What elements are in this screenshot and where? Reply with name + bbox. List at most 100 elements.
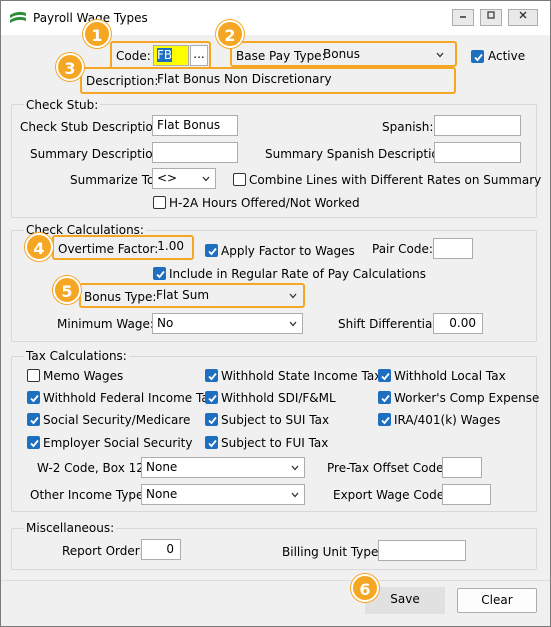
social-security-checkbox[interactable] bbox=[27, 413, 40, 426]
other-income-type-label: Other Income Type: bbox=[30, 488, 148, 502]
withhold-sdi-checkbox[interactable] bbox=[205, 391, 218, 404]
subject-fui-checkbox[interactable] bbox=[205, 436, 218, 449]
employer-ss-checkbox[interactable] bbox=[27, 436, 40, 449]
apply-factor-checkbox[interactable] bbox=[205, 244, 218, 257]
withhold-sdi-label: Withhold SDI/F&ML bbox=[221, 391, 336, 405]
social-security-label: Social Security/Medicare bbox=[43, 413, 191, 427]
checkmark-icon bbox=[208, 394, 217, 403]
employer-ss-label: Employer Social Security bbox=[43, 436, 193, 450]
minimize-icon bbox=[460, 16, 466, 18]
minimum-wage-value: No bbox=[157, 316, 174, 330]
check-stub-description-field[interactable]: Flat Bonus bbox=[152, 115, 238, 136]
memo-wages-label: Memo Wages bbox=[43, 369, 124, 383]
withhold-federal-checkbox[interactable] bbox=[27, 391, 40, 404]
ira-401k-label: IRA/401(k) Wages bbox=[394, 413, 501, 427]
summarize-to-select[interactable]: <> bbox=[152, 168, 216, 189]
bonus-type-highlight bbox=[79, 283, 305, 308]
w2-code-label: W-2 Code, Box 12: bbox=[37, 461, 148, 475]
summary-description-field[interactable] bbox=[152, 142, 238, 163]
base-pay-type-highlight bbox=[230, 41, 457, 67]
subject-fui-label: Subject to FUI Tax bbox=[221, 436, 329, 450]
miscellaneous-group-title: Miscellaneous: bbox=[24, 521, 117, 535]
active-checkbox[interactable] bbox=[471, 50, 484, 63]
checkmark-icon bbox=[30, 416, 39, 425]
callout-badge-1: 1 bbox=[83, 20, 111, 48]
checkmark-icon bbox=[381, 394, 390, 403]
include-regular-rate-label: Include in Regular Rate of Pay Calculati… bbox=[169, 267, 426, 281]
checkmark-icon bbox=[208, 247, 217, 256]
summary-spanish-description-field[interactable] bbox=[434, 142, 521, 163]
export-wage-code-label: Export Wage Code: bbox=[333, 488, 449, 502]
footer-divider bbox=[1, 580, 550, 581]
summarize-to-label: Summarize To: bbox=[70, 173, 159, 187]
chevron-down-icon bbox=[291, 492, 299, 498]
h2a-hours-checkbox[interactable] bbox=[153, 196, 166, 209]
w2-code-select[interactable]: None bbox=[141, 457, 305, 478]
subject-sui-checkbox[interactable] bbox=[205, 413, 218, 426]
workers-comp-checkbox[interactable] bbox=[378, 391, 391, 404]
minimize-button[interactable] bbox=[452, 9, 474, 26]
clear-button[interactable]: Clear bbox=[457, 588, 537, 613]
subject-sui-label: Subject to SUI Tax bbox=[221, 413, 330, 427]
callout-badge-3: 3 bbox=[56, 53, 84, 81]
maximize-button[interactable] bbox=[480, 9, 502, 26]
overtime-factor-highlight bbox=[52, 235, 194, 260]
maximize-icon bbox=[487, 11, 495, 19]
callout-badge-4: 4 bbox=[25, 233, 53, 261]
combine-lines-checkbox[interactable] bbox=[233, 173, 246, 186]
summary-spanish-description-label: Summary Spanish Description: bbox=[265, 147, 451, 161]
summarize-to-value: <> bbox=[157, 171, 178, 185]
checkmark-icon bbox=[381, 416, 390, 425]
spanish-field[interactable] bbox=[434, 115, 521, 136]
w2-code-value: None bbox=[146, 460, 178, 474]
checkmark-icon bbox=[208, 372, 217, 381]
report-order-label: Report Order: bbox=[62, 544, 144, 558]
close-button[interactable] bbox=[508, 9, 538, 26]
memo-wages-checkbox[interactable] bbox=[27, 369, 40, 382]
include-regular-rate-checkbox[interactable] bbox=[153, 267, 166, 280]
summary-description-label: Summary Description: bbox=[30, 147, 165, 161]
withhold-local-label: Withhold Local Tax bbox=[394, 369, 506, 383]
chevron-down-icon bbox=[289, 321, 297, 327]
code-highlight bbox=[110, 41, 211, 69]
export-wage-code-field[interactable] bbox=[442, 484, 491, 505]
checkmark-icon bbox=[30, 394, 39, 403]
check-stub-description-label: Check Stub Description: bbox=[20, 120, 165, 134]
combine-lines-label: Combine Lines with Different Rates on Su… bbox=[249, 173, 542, 187]
checkmark-icon bbox=[381, 372, 390, 381]
checkmark-icon bbox=[208, 416, 217, 425]
ira-401k-checkbox[interactable] bbox=[378, 413, 391, 426]
callout-badge-2: 2 bbox=[216, 20, 244, 48]
minimum-wage-select[interactable]: No bbox=[152, 313, 303, 334]
close-icon bbox=[519, 11, 527, 19]
other-income-type-value: None bbox=[146, 487, 178, 501]
withhold-federal-label: Withhold Federal Income Tax bbox=[43, 391, 216, 405]
checkmark-icon bbox=[156, 270, 165, 279]
withhold-state-checkbox[interactable] bbox=[205, 369, 218, 382]
check-stub-group-title: Check Stub: bbox=[24, 98, 101, 112]
report-order-field[interactable]: 0 bbox=[141, 539, 181, 560]
billing-unit-type-label: Billing Unit Type: bbox=[282, 545, 383, 559]
other-income-type-select[interactable]: None bbox=[141, 484, 305, 505]
pair-code-label: Pair Code: bbox=[372, 242, 433, 256]
withhold-state-label: Withhold State Income Tax bbox=[221, 369, 382, 383]
callout-badge-6: 6 bbox=[351, 574, 379, 602]
workers-comp-label: Worker's Comp Expense bbox=[394, 391, 540, 405]
shift-differential-label: Shift Differential: bbox=[338, 317, 440, 331]
checkmark-icon bbox=[208, 439, 217, 448]
description-highlight bbox=[80, 67, 456, 94]
checkmark-icon bbox=[30, 439, 39, 448]
checkmark-icon bbox=[474, 53, 483, 62]
apply-factor-label: Apply Factor to Wages bbox=[221, 244, 355, 258]
billing-unit-type-field[interactable] bbox=[378, 540, 466, 561]
app-logo-icon bbox=[9, 9, 27, 27]
pretax-offset-label: Pre-Tax Offset Code: bbox=[327, 461, 448, 475]
pair-code-field[interactable] bbox=[433, 238, 473, 259]
withhold-local-checkbox[interactable] bbox=[378, 369, 391, 382]
h2a-hours-label: H-2A Hours Offered/Not Worked bbox=[169, 196, 360, 210]
spanish-label: Spanish: bbox=[382, 120, 434, 134]
tax-calculations-group-title: Tax Calculations: bbox=[24, 349, 129, 363]
pretax-offset-field[interactable] bbox=[442, 457, 482, 478]
shift-differential-field[interactable]: 0.00 bbox=[433, 313, 483, 334]
active-label: Active bbox=[488, 49, 526, 63]
